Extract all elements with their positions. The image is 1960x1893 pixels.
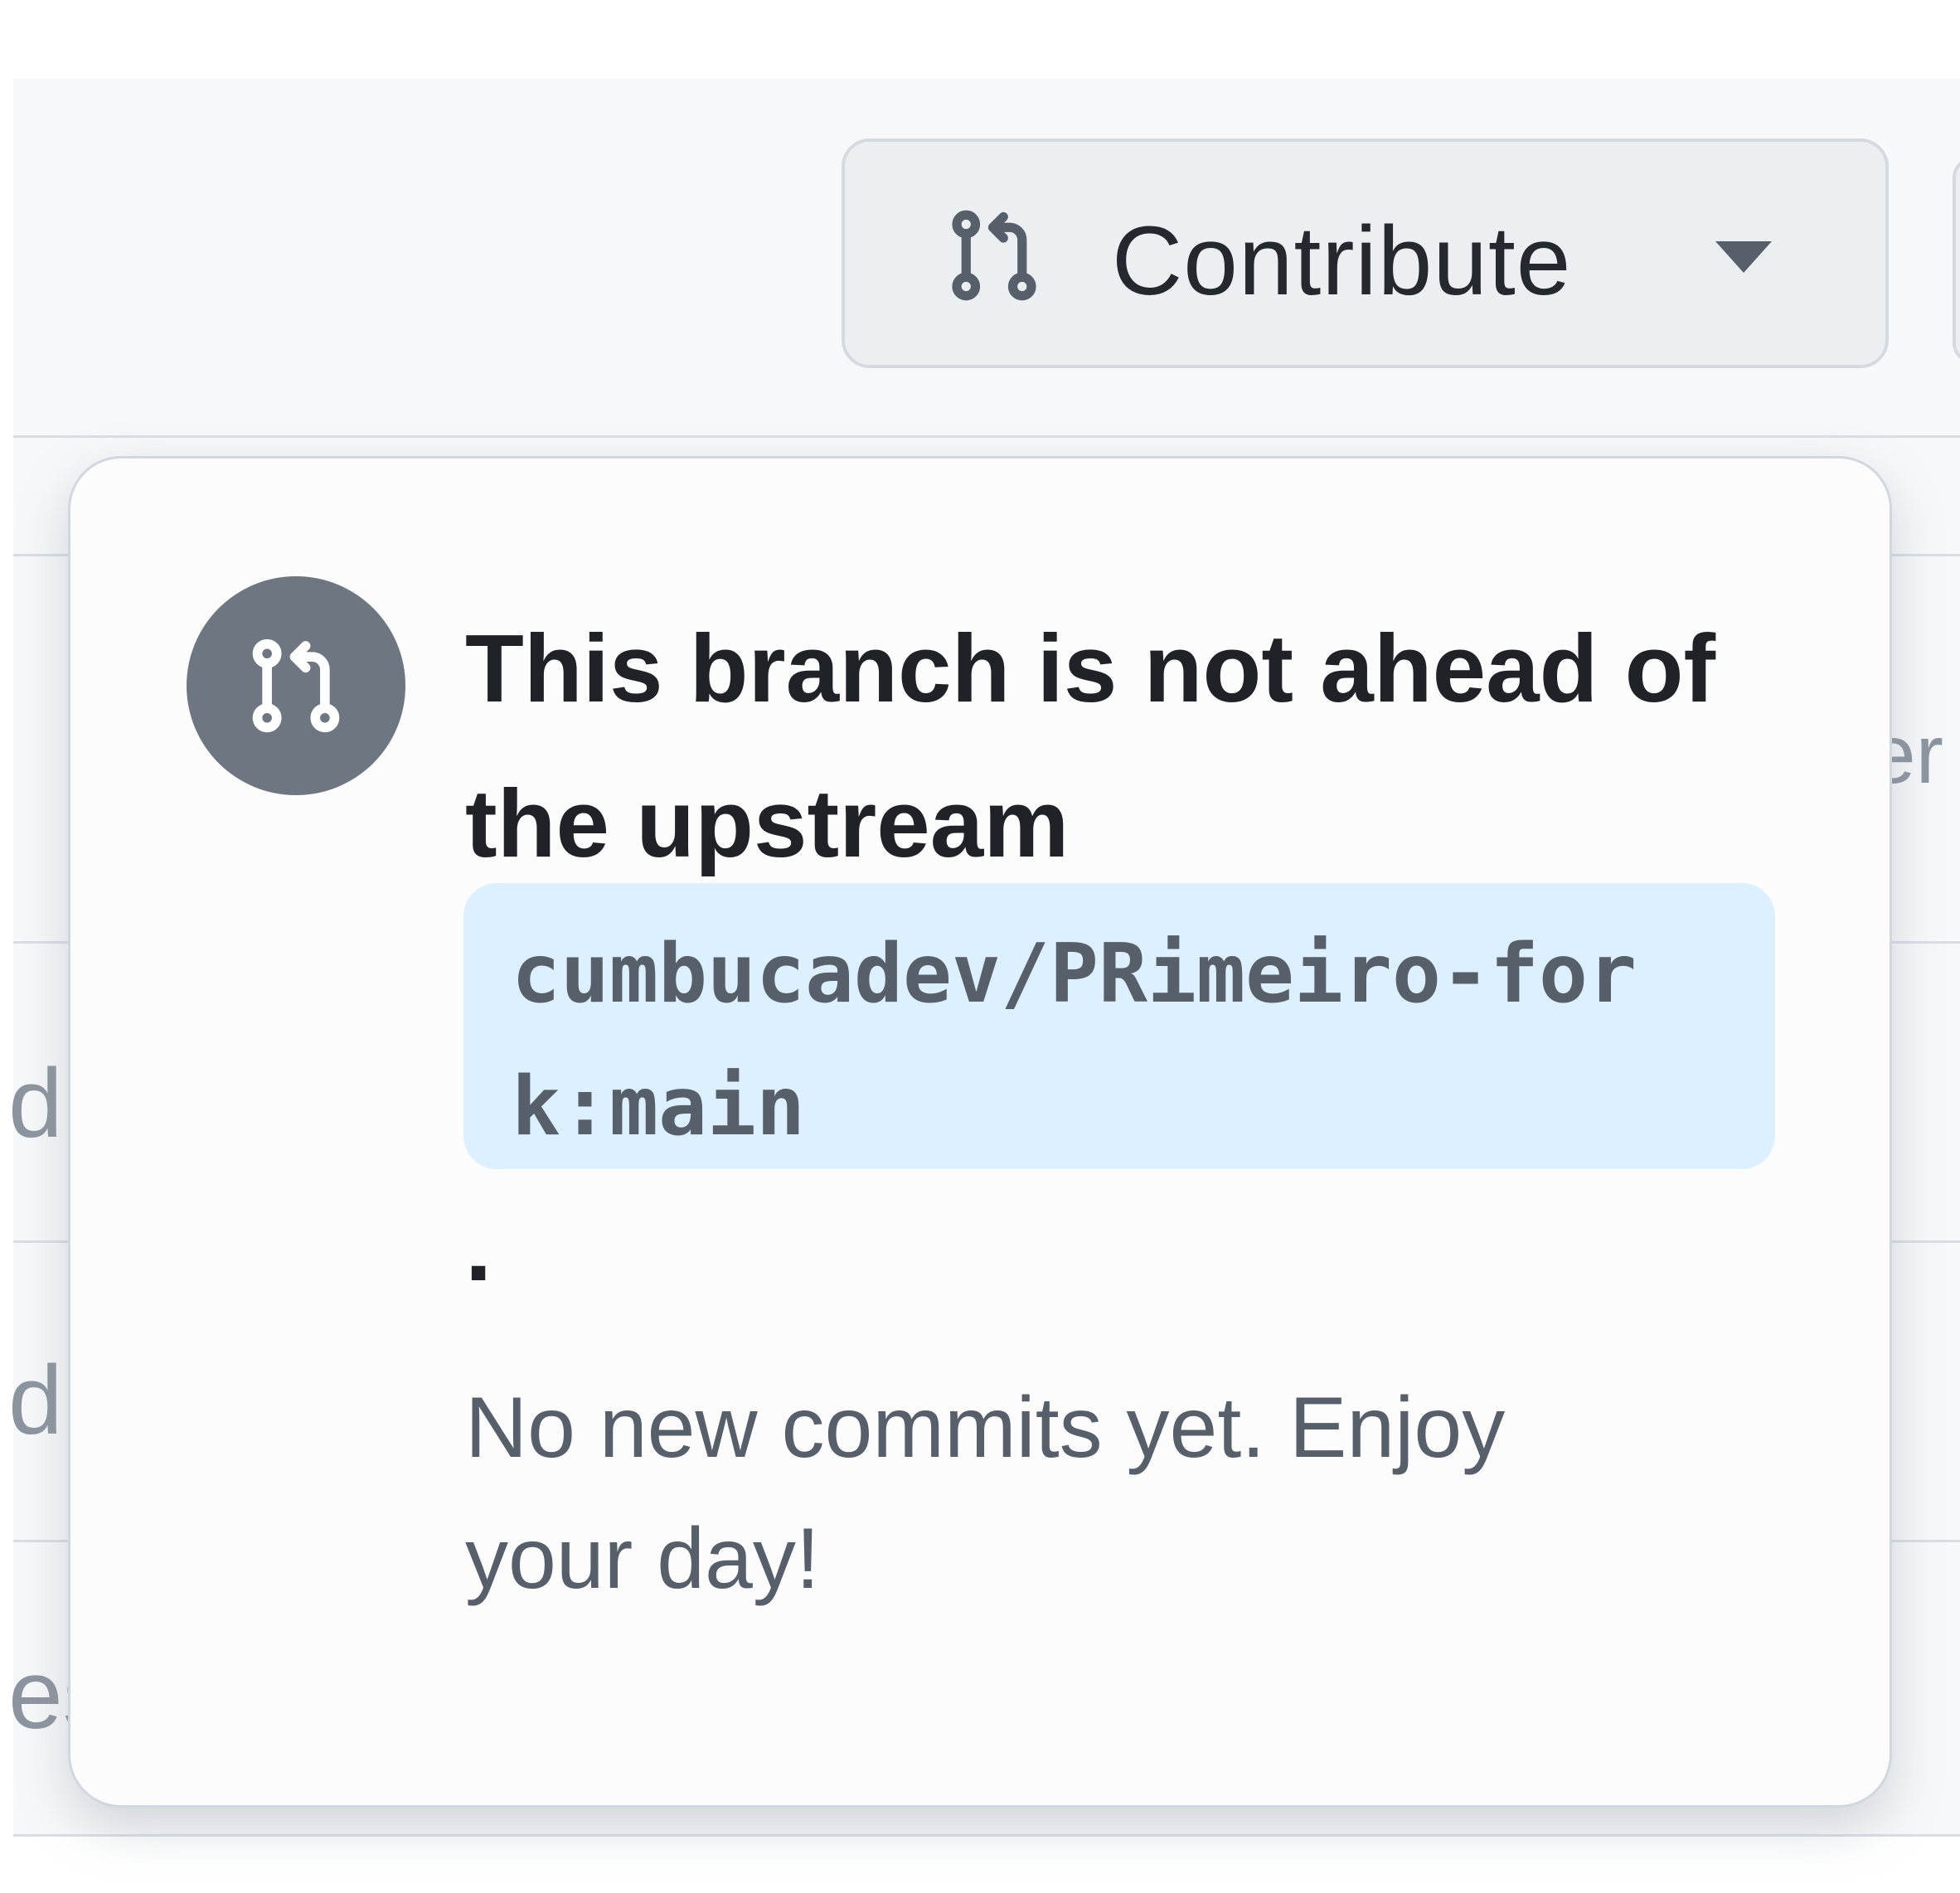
divider: [13, 435, 1960, 438]
git-pull-request-icon: [252, 638, 340, 733]
background-text-fragment: d: [8, 1049, 63, 1158]
popover-punctuation: .: [465, 1193, 492, 1301]
popover-title: This branch is not ahead of the upstream: [465, 614, 1716, 877]
contribute-button-label: Contribute: [1112, 206, 1572, 316]
upstream-branch-ref: cumbucadev/PRimeiro-fork:main: [463, 883, 1775, 1169]
repo-page: er d d es Contribute This branch is not …: [0, 0, 1960, 1893]
pull-request-avatar: [187, 576, 405, 795]
adjacent-button[interactable]: [1953, 158, 1960, 363]
contribute-button[interactable]: Contribute: [842, 138, 1889, 368]
contribute-popover: This branch is not ahead of the upstream…: [68, 456, 1892, 1808]
triangle-down-icon: [1715, 241, 1772, 273]
background-text-fragment: d: [8, 1346, 63, 1455]
git-pull-request-icon: [944, 201, 1044, 309]
popover-description: No new commits yet. Enjoy your day!: [465, 1380, 1506, 1607]
file-row-divider: [13, 1834, 1960, 1837]
